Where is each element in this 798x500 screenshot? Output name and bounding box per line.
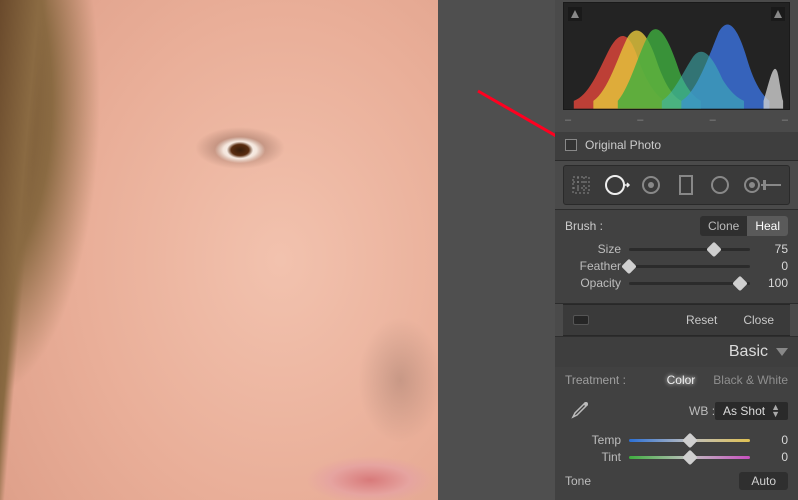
chevron-down-icon: [776, 348, 788, 356]
panel-switch[interactable]: [573, 315, 589, 325]
spot-removal-tool[interactable]: [604, 171, 628, 199]
size-value: 75: [758, 242, 788, 256]
original-photo-checkbox[interactable]: [565, 139, 577, 151]
develop-panel: – – – – Original Photo Brush :: [555, 0, 798, 500]
brush-mode-heal[interactable]: Heal: [747, 216, 788, 236]
size-label: Size: [565, 242, 621, 256]
wb-preset-select[interactable]: As Shot ▲▼: [715, 402, 788, 420]
reset-close-bar: Reset Close: [563, 304, 790, 336]
brush-mode-segmented[interactable]: Clone Heal: [700, 216, 788, 236]
reset-button[interactable]: Reset: [680, 311, 723, 329]
updown-icon: ▲▼: [771, 404, 780, 418]
basic-title: Basic: [729, 343, 768, 361]
radial-filter-tool[interactable]: [709, 171, 731, 199]
eyedropper-tool[interactable]: [565, 397, 593, 425]
graduated-filter-tool[interactable]: [675, 171, 697, 199]
histogram-plot: [564, 3, 789, 109]
histogram[interactable]: [563, 2, 790, 110]
tool-strip: [563, 165, 790, 205]
treatment-bw[interactable]: Black & White: [713, 373, 788, 387]
preview-photo: [0, 0, 438, 500]
size-slider[interactable]: [629, 242, 750, 256]
temp-value: 0: [758, 433, 788, 447]
basic-panel-header[interactable]: Basic: [555, 336, 798, 367]
wb-preset-value: As Shot: [723, 404, 765, 418]
tone-label: Tone: [565, 474, 591, 488]
treatment-label: Treatment :: [565, 373, 626, 387]
brush-label: Brush :: [565, 219, 603, 233]
wb-label: WB :: [593, 404, 715, 418]
tint-slider[interactable]: [629, 450, 750, 464]
basic-panel: Treatment : Color Black & White WB : As …: [555, 367, 798, 500]
feather-value: 0: [758, 259, 788, 273]
original-photo-row[interactable]: Original Photo: [555, 132, 798, 161]
opacity-label: Opacity: [565, 276, 621, 290]
opacity-slider[interactable]: [629, 276, 750, 290]
image-canvas[interactable]: [0, 0, 555, 500]
close-button[interactable]: Close: [737, 311, 780, 329]
histogram-readout: – – – –: [555, 114, 798, 132]
histo-r: –: [565, 114, 571, 126]
brush-mode-clone[interactable]: Clone: [700, 216, 747, 236]
adjustment-brush-tool[interactable]: [743, 171, 783, 199]
temp-label: Temp: [565, 433, 621, 447]
treatment-segmented[interactable]: Color Black & White: [667, 373, 788, 387]
redeye-tool[interactable]: [640, 171, 662, 199]
tint-label: Tint: [565, 450, 621, 464]
histo-b: –: [710, 114, 716, 126]
opacity-value: 100: [758, 276, 788, 290]
temp-slider[interactable]: [629, 433, 750, 447]
treatment-color[interactable]: Color: [667, 373, 696, 387]
feather-label: Feather: [565, 259, 621, 273]
auto-tone-button[interactable]: Auto: [739, 472, 788, 490]
original-photo-label: Original Photo: [585, 138, 661, 152]
brush-panel: Brush : Clone Heal Size 75 Feather 0 Opa…: [555, 209, 798, 304]
histo-l: –: [782, 114, 788, 126]
histo-g: –: [637, 114, 643, 126]
feather-slider[interactable]: [629, 259, 750, 273]
tint-value: 0: [758, 450, 788, 464]
crop-tool[interactable]: [570, 171, 592, 199]
photo-content: [0, 0, 438, 500]
